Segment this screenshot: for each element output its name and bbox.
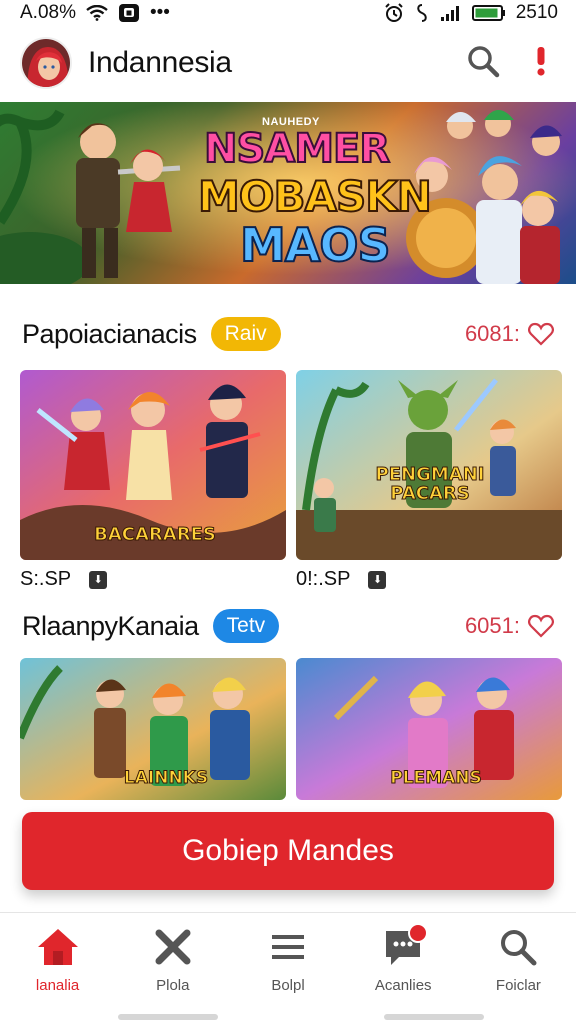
section-header-1: Papoiacianacis Raiv 6081: bbox=[0, 312, 576, 356]
game-card-size: S:.SP bbox=[20, 568, 72, 590]
signal-icon bbox=[440, 4, 462, 22]
primary-action-button[interactable]: Gobiep Mandes bbox=[22, 812, 554, 890]
nav-item-play[interactable]: Plola bbox=[115, 913, 230, 1024]
section-count[interactable]: 6051: bbox=[465, 613, 554, 639]
game-card[interactable]: PLEMANS bbox=[296, 658, 562, 800]
game-card-meta: S:.SP ⬇ bbox=[20, 568, 108, 591]
app-bar: Indannesia bbox=[0, 30, 576, 96]
featured-banner[interactable]: NAUHEDY NSAMER MOBASKN MAOS bbox=[0, 102, 576, 284]
nav-label: Acanlies bbox=[374, 977, 432, 994]
vibrate-icon bbox=[414, 3, 430, 23]
section-count[interactable]: 6081: bbox=[465, 321, 554, 347]
status-bar: A.08% ••• 2510 bbox=[0, 0, 576, 26]
section-header-2: RlaanpyKanaia Tetv 6051: bbox=[0, 604, 576, 648]
banner-title-line1: NSAMER bbox=[203, 125, 391, 173]
section-badge[interactable]: Raiv bbox=[210, 317, 281, 351]
bottom-navigation: lanalia Plola Bolpl Acanlies Foiclar bbox=[0, 912, 576, 1024]
battery-percent: A.08% bbox=[20, 2, 76, 23]
gesture-bar bbox=[118, 1014, 218, 1020]
download-icon[interactable]: ⬇ bbox=[368, 570, 387, 589]
heart-icon bbox=[528, 322, 554, 346]
download-icon[interactable]: ⬇ bbox=[89, 570, 108, 589]
menu-icon bbox=[272, 935, 304, 959]
more-notifications-dots: ••• bbox=[149, 2, 170, 23]
heart-icon bbox=[528, 614, 554, 638]
game-card-title: PLEMANS bbox=[390, 768, 482, 788]
nav-item-menu[interactable]: Bolpl bbox=[230, 913, 345, 1024]
likes-count: 6051: bbox=[464, 613, 520, 638]
nav-label: Bolpl bbox=[271, 977, 305, 994]
section-badge[interactable]: Tetv bbox=[212, 609, 280, 643]
game-card-meta: 0!:.SP ⬇ bbox=[296, 568, 387, 591]
game-card[interactable]: PENGMANI PACARS bbox=[296, 370, 562, 560]
nav-label: Plola bbox=[156, 977, 190, 994]
game-card-title: BACARARES bbox=[94, 524, 217, 545]
nav-label: lanalia bbox=[35, 977, 80, 994]
wifi-icon bbox=[86, 5, 108, 21]
game-card[interactable]: LAINNKS bbox=[20, 658, 286, 800]
search-icon bbox=[501, 930, 537, 966]
banner-title-line2: MOBASKN bbox=[197, 171, 433, 222]
banner-title-line3: MAOS bbox=[239, 217, 392, 273]
search-icon[interactable] bbox=[466, 44, 500, 83]
alarm-icon bbox=[384, 3, 404, 23]
alert-icon[interactable] bbox=[534, 44, 548, 83]
section-title: RlaanpyKanaia bbox=[22, 610, 199, 641]
notification-app-icon bbox=[118, 3, 140, 23]
page-title: Indannesia bbox=[88, 46, 232, 79]
likes-count: 6081: bbox=[464, 321, 520, 346]
battery-level-text: 2510 bbox=[515, 2, 558, 23]
cross-icon bbox=[155, 929, 191, 965]
avatar[interactable] bbox=[20, 37, 72, 89]
game-card-title: LAINNKS bbox=[123, 768, 209, 788]
nav-item-search[interactable]: Foiclar bbox=[461, 913, 576, 1024]
game-card[interactable]: BACARARES bbox=[20, 370, 286, 560]
nav-item-home[interactable]: lanalia bbox=[0, 913, 115, 1024]
home-icon bbox=[37, 929, 78, 965]
battery-icon bbox=[471, 4, 506, 22]
nav-item-messages[interactable]: Acanlies bbox=[346, 913, 461, 1024]
game-card-title: PENGMANI PACARS bbox=[375, 464, 485, 504]
notification-badge bbox=[407, 923, 428, 943]
section-title: Papoiacianacis bbox=[22, 318, 197, 349]
game-card-size: 0!:.SP bbox=[296, 568, 351, 590]
gesture-bar bbox=[384, 1014, 484, 1020]
nav-label: Foiclar bbox=[495, 977, 541, 994]
